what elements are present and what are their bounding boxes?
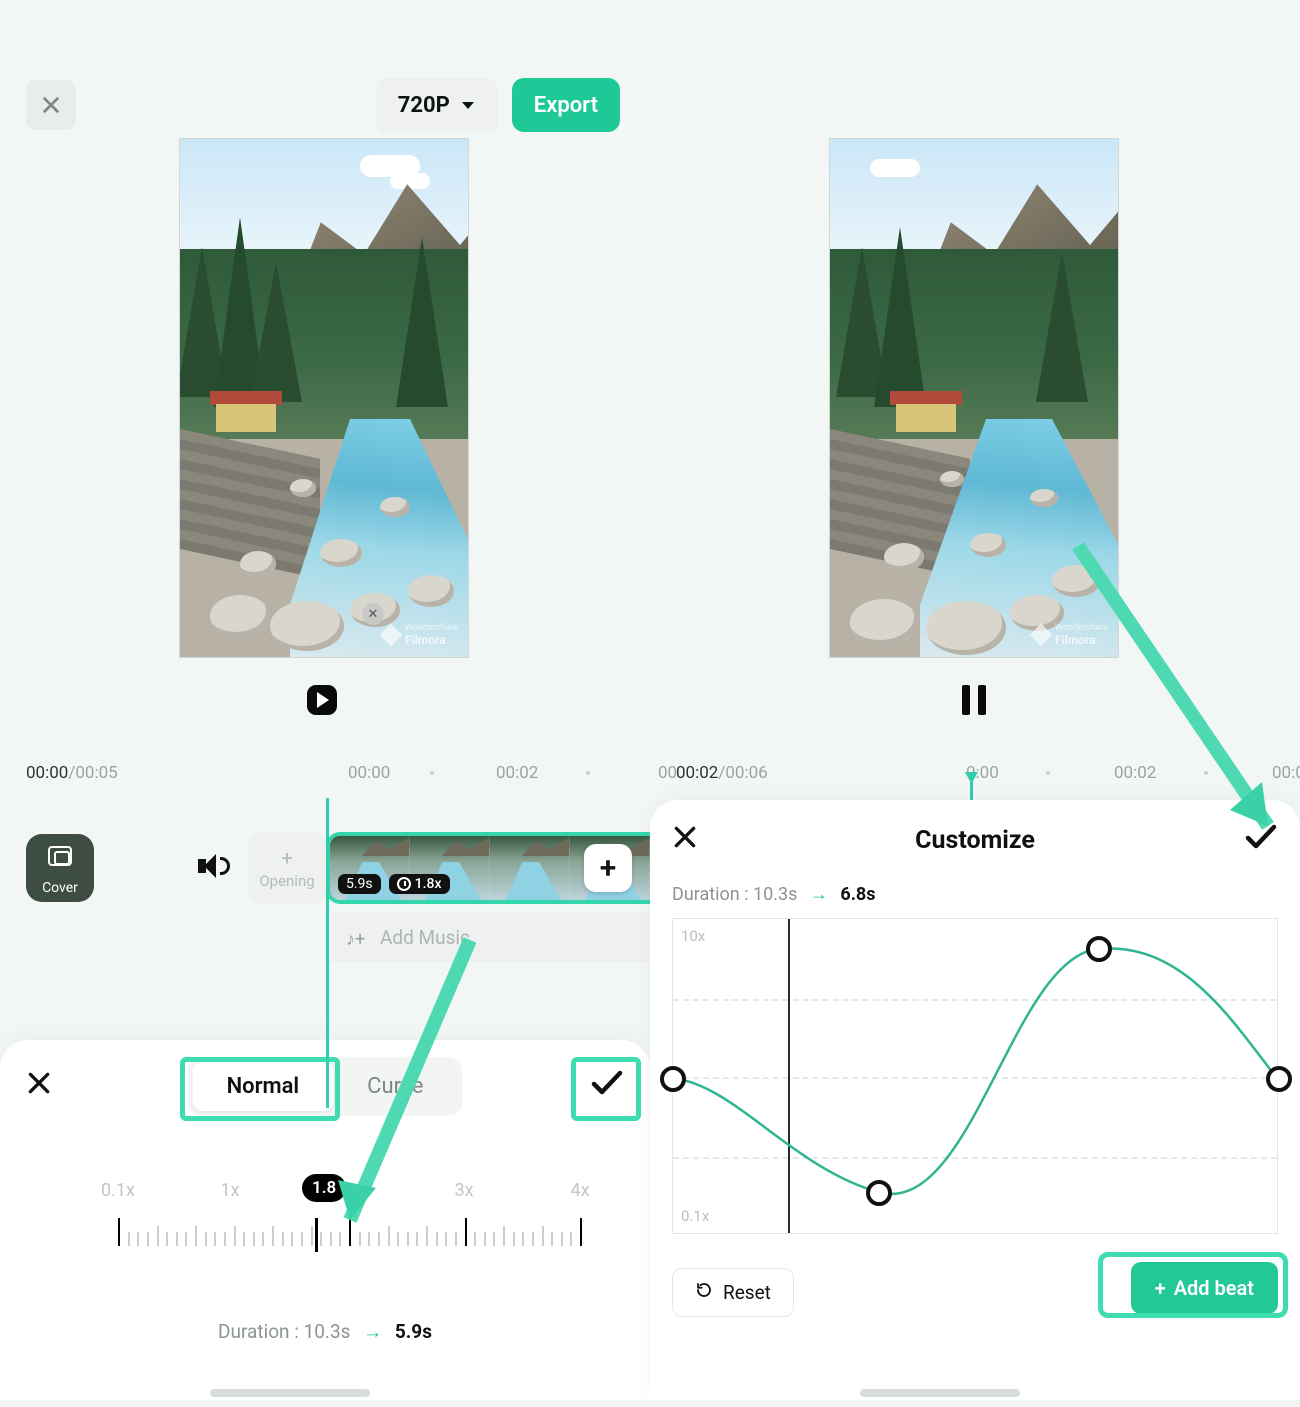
curve-node[interactable] xyxy=(866,1180,892,1206)
speed-tabs: Normal Curve xyxy=(188,1057,463,1116)
time-total: /00:06 xyxy=(718,763,767,783)
reset-icon xyxy=(695,1281,713,1304)
volume-icon[interactable] xyxy=(198,852,226,880)
clip-info-badges: 5.9s 1.8x xyxy=(338,874,450,894)
duration-display: Duration : 10.3s → 5.9s xyxy=(0,1320,650,1344)
speed-value-bubble: 1.8 xyxy=(302,1174,346,1202)
curve-node[interactable] xyxy=(1266,1066,1292,1092)
add-clip-button[interactable]: + xyxy=(584,844,632,892)
time-total: /00:05 xyxy=(68,763,117,783)
export-button[interactable]: Export xyxy=(512,78,620,132)
speed-curve-graph[interactable]: 10x 0.1x xyxy=(672,918,1278,1234)
pause-button[interactable] xyxy=(957,685,991,719)
playhead[interactable] xyxy=(970,782,973,800)
close-button[interactable] xyxy=(26,80,76,130)
time-current: 00:00 xyxy=(26,763,68,783)
tab-curve[interactable]: Curve xyxy=(333,1062,457,1111)
watermark: Wondershare Filmora xyxy=(1033,623,1108,647)
panel-close-button[interactable] xyxy=(26,1069,52,1104)
watermark-close-icon[interactable]: ✕ xyxy=(362,603,384,625)
curve-node[interactable] xyxy=(1086,936,1112,962)
cover-swap-icon xyxy=(48,846,72,866)
music-note-icon xyxy=(346,927,366,947)
plus-icon: + xyxy=(1155,1276,1166,1300)
timeline-ruler[interactable]: 00:00 /00:05 00:00 00:02 00 xyxy=(26,760,650,786)
add-opening-button[interactable]: + Opening xyxy=(248,832,326,904)
tab-normal[interactable]: Normal xyxy=(193,1062,334,1111)
panel-confirm-button[interactable] xyxy=(1244,820,1278,860)
speed-slider[interactable]: 0.1x 1x 3x 4x 1.8 xyxy=(100,1180,610,1270)
play-button[interactable] xyxy=(307,685,341,719)
playhead[interactable] xyxy=(326,798,329,1108)
add-music-button[interactable]: Add Music xyxy=(326,912,650,962)
watermark: Wondershare Filmora xyxy=(383,623,458,647)
panel-title: Customize xyxy=(915,826,1035,855)
plus-icon: + xyxy=(281,846,292,870)
curve-node[interactable] xyxy=(660,1066,686,1092)
duration-display: Duration : 10.3s → 6.8s xyxy=(650,884,1300,905)
drag-handle[interactable] xyxy=(860,1389,1020,1397)
resolution-select[interactable]: 720P xyxy=(376,78,498,132)
video-preview[interactable]: ✕ Wondershare Filmora xyxy=(179,138,469,658)
chevron-down-icon xyxy=(460,93,476,118)
resolution-value: 720P xyxy=(398,93,450,118)
timeline-ruler[interactable]: 00:02 /00:06 0:00 00:02 00:04 00: xyxy=(676,760,1300,786)
video-preview[interactable]: Wondershare Filmora xyxy=(829,138,1119,658)
cover-button[interactable]: Cover xyxy=(26,834,94,902)
panel-close-button[interactable] xyxy=(672,823,698,858)
reset-button[interactable]: Reset xyxy=(672,1268,794,1317)
drag-handle[interactable] xyxy=(210,1389,370,1397)
panel-confirm-button[interactable] xyxy=(590,1066,624,1106)
time-current: 00:02 xyxy=(676,763,718,783)
add-beat-button[interactable]: + Add beat xyxy=(1131,1262,1278,1314)
video-clip[interactable]: 5.9s 1.8x + xyxy=(326,832,650,904)
